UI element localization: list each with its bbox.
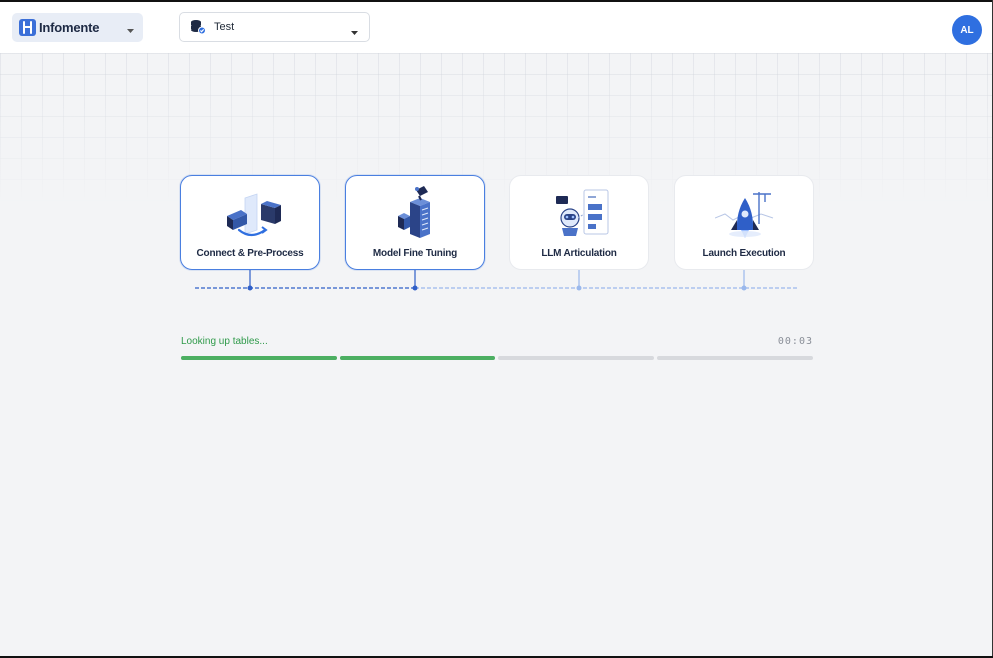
progress-segment: [498, 356, 654, 360]
progress-segment-fill: [340, 356, 495, 360]
step-label: LLM Articulation: [541, 248, 617, 259]
step-card-launch-execution[interactable]: Launch Execution: [674, 175, 814, 270]
step-label: Launch Execution: [702, 248, 786, 259]
elapsed-timer: 00:03: [777, 336, 813, 347]
infomente-logo-icon: [19, 19, 36, 36]
chevron-down-icon: [350, 24, 359, 42]
progress-segment: [181, 356, 337, 360]
step-label: Model Fine Tuning: [372, 248, 458, 259]
user-avatar[interactable]: AL: [952, 15, 982, 45]
timeline-node: [412, 285, 418, 291]
step-card-llm-articulation[interactable]: LLM Articulation: [509, 175, 649, 270]
background-grid: [0, 53, 993, 203]
top-bar: Infomente Test AL: [0, 2, 993, 53]
database-check-icon: [191, 20, 206, 35]
step-label: Connect & Pre-Process: [196, 248, 304, 259]
model-fine-tuning-illustration: [398, 186, 430, 238]
timeline-node: [741, 285, 747, 291]
brand-name: Infomente: [39, 20, 100, 35]
step-card-connect-preprocess[interactable]: Connect & Pre-Process: [180, 175, 320, 270]
brand-switcher[interactable]: Infomente: [12, 13, 143, 42]
connect-preprocess-illustration: [227, 193, 281, 237]
llm-articulation-illustration: [556, 189, 609, 236]
progress-segment: [657, 356, 813, 360]
project-select[interactable]: Test: [179, 12, 370, 42]
launch-execution-illustration: [715, 192, 774, 238]
timeline-node: [576, 285, 582, 291]
status-text: Looking up tables...: [181, 336, 268, 347]
timeline-node: [247, 285, 253, 291]
step-card-model-fine-tuning[interactable]: Model Fine Tuning: [345, 175, 485, 270]
project-name: Test: [214, 21, 235, 33]
progress-segment-fill: [181, 356, 337, 360]
step-timeline: [195, 270, 798, 291]
chevron-down-icon: [126, 22, 135, 40]
progress-segment: [340, 356, 495, 360]
